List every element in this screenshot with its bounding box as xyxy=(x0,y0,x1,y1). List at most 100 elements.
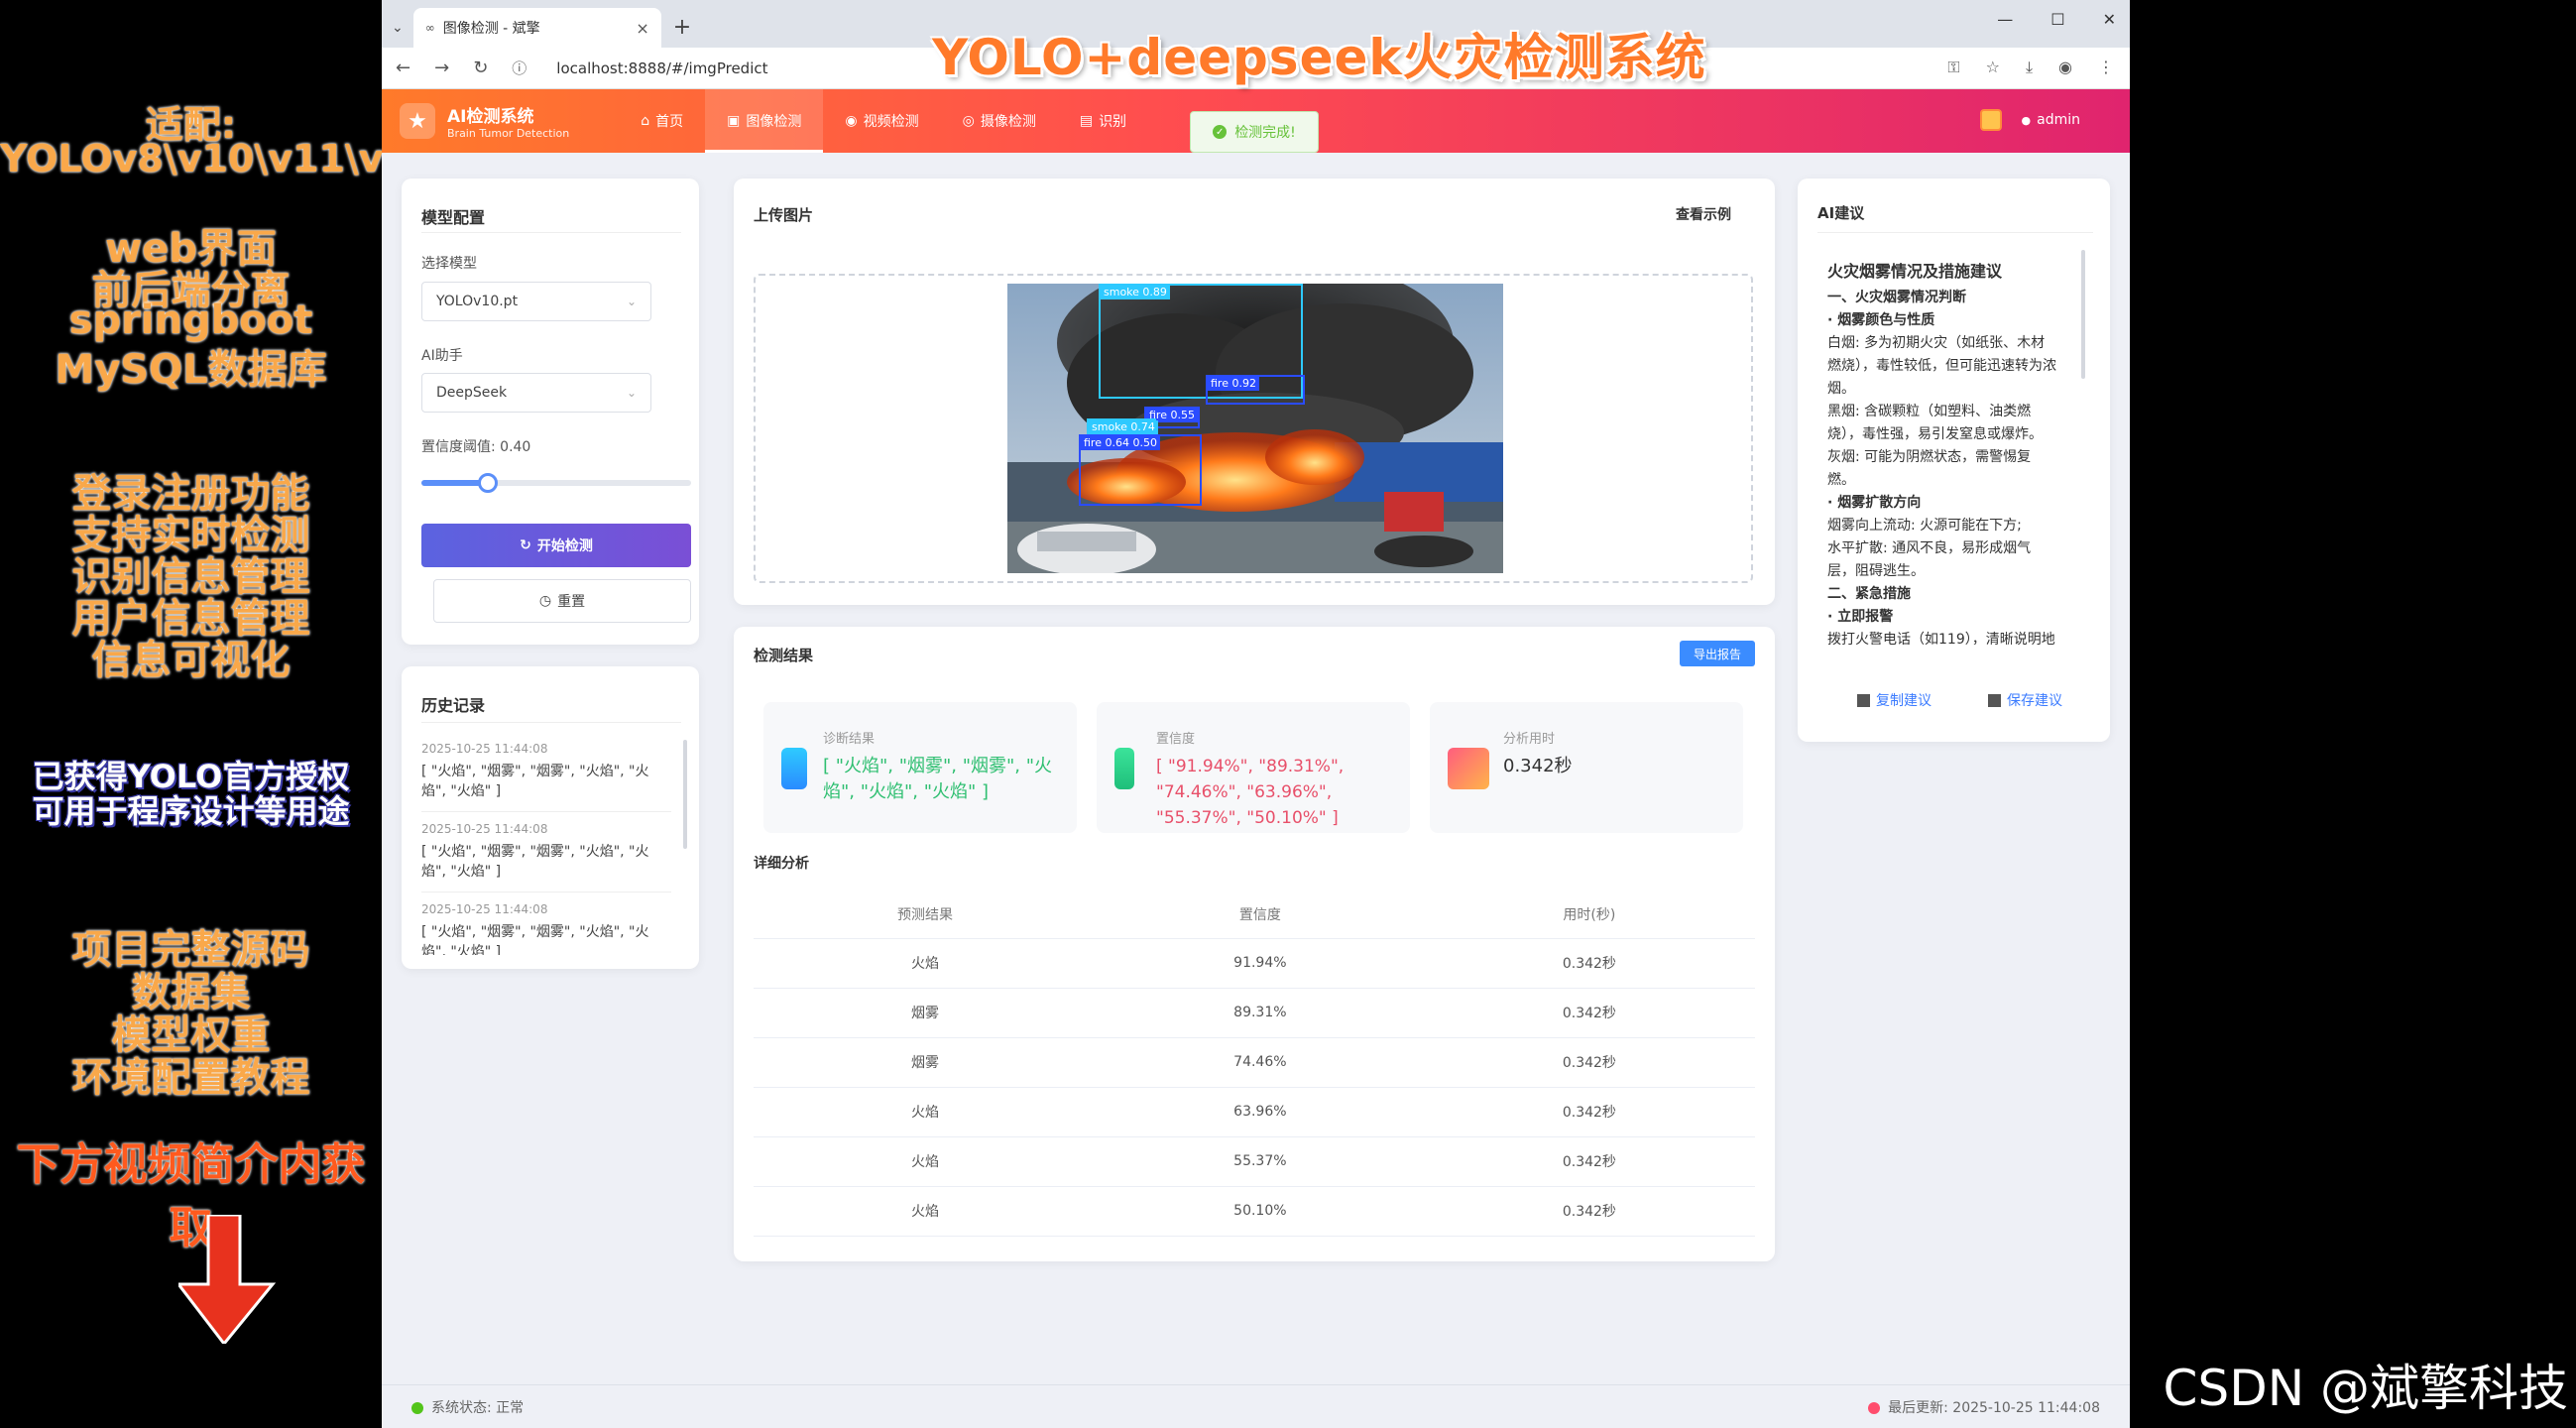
confidence-value: [ "91.94%", "89.31%", "74.46%", "63.96%"… xyxy=(1156,757,1345,828)
save-advice-button[interactable]: 保存建议 xyxy=(1988,690,2062,710)
save-icon xyxy=(1988,693,2001,707)
table-cell: 0.342秒 xyxy=(1423,938,1755,989)
table-cell: 烟雾 xyxy=(754,1037,1097,1088)
user-area: ● admin xyxy=(1979,109,2080,131)
history-item[interactable]: 2025-10-25 11:44:08 [ "火焰", "烟雾", "烟雾", "… xyxy=(421,732,671,812)
model-select[interactable]: YOLOv10.pt ⌄ xyxy=(421,282,651,321)
start-detect-button[interactable]: ↻ 开始检测 xyxy=(421,524,691,567)
ai-assistant-label: AI助手 xyxy=(421,348,463,364)
slider-handle[interactable] xyxy=(477,473,498,493)
status-update-icon xyxy=(1868,1402,1881,1414)
nav-item-0[interactable]: ⌂ 首页 xyxy=(619,89,705,153)
nav-icon: ⌂ xyxy=(641,113,650,129)
ai-advice-card: AI建议 火灾烟雾情况及措施建议 一、火灾烟雾情况判断 · 烟雾颜色与性质 白烟: … xyxy=(1798,178,2110,742)
promo-line: 环境配置教程 xyxy=(71,1055,310,1101)
table-cell: 55.37% xyxy=(1096,1136,1424,1187)
reload-icon[interactable]: ↻ xyxy=(473,58,488,78)
table-row: 烟雾 89.31% 0.342秒 xyxy=(754,988,1755,1038)
ai-advice-heading: 火灾烟雾情况及措施建议 xyxy=(1827,262,2003,281)
history-item[interactable]: 2025-10-25 11:44:08 [ "火焰", "烟雾", "烟雾", "… xyxy=(421,812,671,892)
table-cell: 63.96% xyxy=(1096,1087,1424,1137)
watermark: CSDN @斌擎科技 xyxy=(2163,1360,2568,1417)
clock-icon: ◷ xyxy=(538,593,552,609)
notification-icon[interactable] xyxy=(1979,109,2002,131)
detail-analysis-title: 详细分析 xyxy=(754,856,809,872)
table-cell: 火焰 xyxy=(754,938,1097,989)
user-icon: ● xyxy=(2021,113,2032,127)
reset-label: 重置 xyxy=(557,594,586,610)
ai-advice-line: 水平扩散: 通风不良，易形成烟气 xyxy=(1827,540,2032,556)
nav-label: 识别 xyxy=(1099,114,1127,130)
browser-tab[interactable]: ∞ 图像检测 - 斌擎 × xyxy=(412,8,661,48)
reset-button[interactable]: ◷ 重置 xyxy=(433,579,691,623)
column-header[interactable]: 用时(秒) xyxy=(1423,891,1755,939)
column-header[interactable]: 预测结果 xyxy=(754,891,1097,939)
window-controls: — ☐ ✕ xyxy=(1997,10,2116,29)
history-list: 2025-10-25 11:44:08 [ "火焰", "烟雾", "烟雾", "… xyxy=(421,732,671,955)
diagnosis-label: 诊断结果 xyxy=(823,732,876,747)
ai-advice-title: AI建议 xyxy=(1817,204,1865,222)
divider xyxy=(421,232,681,233)
detection-box: fire 0.64 0.50 xyxy=(1079,434,1202,506)
column-header[interactable]: 置信度 xyxy=(1096,891,1424,939)
history-scrollbar[interactable] xyxy=(683,740,687,849)
ai-advice-line: 灰烟: 可能为阴燃状态，需警惕复 xyxy=(1827,449,2032,465)
threshold-slider[interactable] xyxy=(421,473,691,493)
table-row: 火焰 55.37% 0.342秒 xyxy=(754,1136,1755,1187)
diagnosis-value: [ "火焰", "烟雾", "烟雾", "火焰", "火焰", "火焰" ] xyxy=(823,756,1053,802)
profile-icon[interactable]: ◉ xyxy=(2058,58,2072,77)
save-advice-label: 保存建议 xyxy=(2007,693,2062,709)
export-report-button[interactable]: 导出报告 xyxy=(1680,641,1755,666)
table-cell: 0.342秒 xyxy=(1423,988,1755,1038)
chevron-down-icon: ⌄ xyxy=(626,386,637,400)
key-icon[interactable]: ⚿ xyxy=(1947,58,1959,77)
success-toast: ✓ 检测完成! xyxy=(1190,111,1319,153)
url-field[interactable]: localhost:8888/#/imgPredict xyxy=(556,60,767,77)
tab-close-icon[interactable]: × xyxy=(636,19,648,38)
window-close-icon[interactable]: ✕ xyxy=(2103,10,2116,29)
upload-title: 上传图片 xyxy=(754,206,814,224)
refresh-icon: ↻ xyxy=(520,537,531,553)
star-icon[interactable]: ☆ xyxy=(1986,58,2000,77)
tab-favicon-icon: ∞ xyxy=(424,21,435,35)
ai-scrollbar[interactable] xyxy=(2081,250,2085,379)
logo: AI检测系统 Brain Tumor Detection xyxy=(447,102,569,140)
nav-item-2[interactable]: ◉ 视频检测 xyxy=(823,89,940,153)
new-tab-icon[interactable]: + xyxy=(673,15,691,40)
history-time: 2025-10-25 11:44:08 xyxy=(421,902,548,916)
tab-list-icon[interactable]: ⌄ xyxy=(392,20,404,36)
menu-icon[interactable]: ⋮ xyxy=(2098,58,2114,77)
detection-label: fire 0.92 xyxy=(1208,377,1259,391)
nav-item-1[interactable]: ▣ 图像检测 xyxy=(705,89,824,153)
history-item[interactable]: 2025-10-25 11:44:08 [ "火焰", "烟雾", "烟雾", "… xyxy=(421,892,671,955)
nav-icon: ◎ xyxy=(962,113,975,129)
nav-icon: ▣ xyxy=(727,113,741,129)
view-example-link[interactable]: 查看示例 xyxy=(1676,204,1731,224)
status-bar: 系统状态: 正常 最后更新: 2025-10-25 11:44:08 xyxy=(382,1384,2130,1428)
download-icon[interactable]: ⤓ xyxy=(2026,58,2033,77)
system-status-text: 系统状态: 正常 xyxy=(431,1400,525,1416)
ai-advice-line: 一、火灾烟雾情况判断 xyxy=(1827,290,1966,305)
nav-item-3[interactable]: ◎ 摄像检测 xyxy=(941,89,1058,153)
username[interactable]: admin xyxy=(2037,112,2080,128)
model-select-value: YOLOv10.pt xyxy=(436,294,519,309)
start-detect-label: 开始检测 xyxy=(536,538,593,554)
site-info-icon[interactable]: ⓘ xyxy=(512,58,527,78)
time-accent xyxy=(1448,748,1489,789)
promo-line: MySQL数据库 xyxy=(55,347,327,393)
screen: 适配: YOLOv8\v10\v11\v12 web界面 前后端分离 springboo… xyxy=(0,0,2576,1428)
table-cell: 50.10% xyxy=(1096,1186,1424,1237)
table-cell: 烟雾 xyxy=(754,988,1097,1038)
ai-assistant-select[interactable]: DeepSeek ⌄ xyxy=(421,373,651,413)
promo-panel: 适配: YOLOv8\v10\v11\v12 web界面 前后端分离 springboo… xyxy=(0,0,435,1428)
history-value: [ "火焰", "烟雾", "烟雾", "火焰", "火焰", "火焰" ] xyxy=(421,924,649,955)
back-icon[interactable]: ← xyxy=(396,58,410,78)
table-cell: 89.31% xyxy=(1096,988,1424,1038)
nav-item-4[interactable]: ▤ 识别 xyxy=(1058,89,1148,153)
forward-icon[interactable]: → xyxy=(434,58,449,78)
upload-dropzone[interactable]: smoke 0.89 fire 0.92 fire 0.55 smoke 0.74 fi… xyxy=(754,274,1753,583)
detection-label: smoke 0.89 xyxy=(1101,286,1170,299)
copy-advice-button[interactable]: 复制建议 xyxy=(1857,690,1932,710)
maximize-icon[interactable]: ☐ xyxy=(2050,10,2064,29)
minimize-icon[interactable]: — xyxy=(1997,10,2013,29)
